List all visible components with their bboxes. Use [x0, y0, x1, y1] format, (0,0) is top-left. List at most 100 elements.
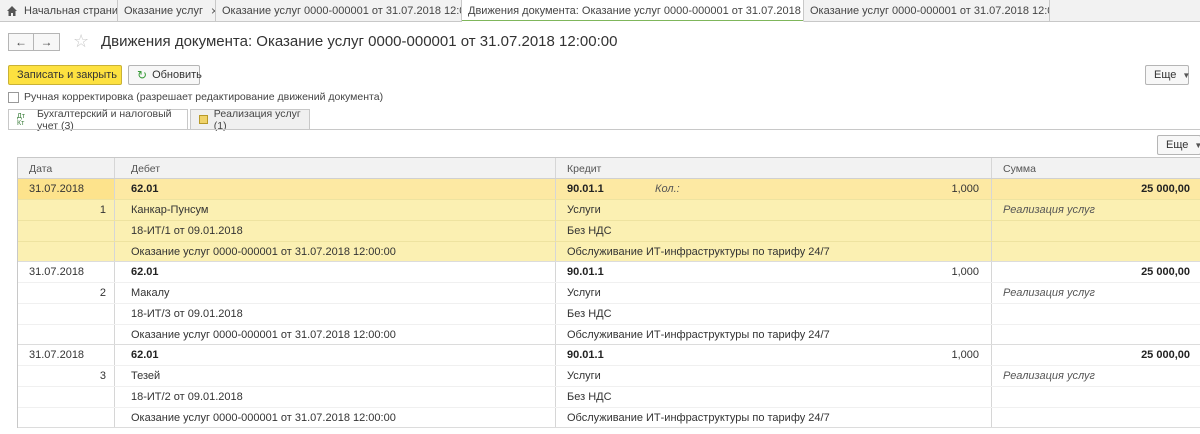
table-row[interactable]: 31.07.2018 62.01 90.01.1 1,000 25 000,00 3 Тез… — [18, 345, 1200, 428]
manual-edit-option[interactable]: Ручная корректировка (разрешает редактир… — [8, 91, 383, 103]
table-row[interactable]: 31.07.2018 62.01 90.01.1 1,000 25 000,00 2 Мак… — [18, 262, 1200, 345]
table-row[interactable]: 31.07.2018 62.01 90.01.1 Кол.: 1,000 25 000,0… — [18, 179, 1200, 262]
tab-label: Начальная страница — [24, 5, 118, 17]
date-cell[interactable]: 31.07.2018 — [29, 183, 84, 195]
row-separator — [18, 365, 1200, 366]
page-title: Движения документа: Оказание услуг 0000-… — [101, 33, 618, 50]
window-tab-bar: Начальная страница Оказание услуг × Оказ… — [0, 0, 1200, 22]
debit-account-cell[interactable]: 62.01 — [131, 266, 159, 278]
debit-subconto-3-cell[interactable]: Оказание услуг 0000-000001 от 31.07.2018… — [131, 329, 396, 341]
debit-subconto-1-cell[interactable]: Тезей — [131, 370, 160, 382]
save-and-close-button[interactable]: Записать и закрыть — [8, 65, 122, 85]
qty-cell[interactable]: 1,000 — [951, 183, 979, 195]
button-label: Записать и закрыть — [17, 69, 118, 81]
row-separator — [18, 220, 1200, 221]
refresh-icon: ↻ — [137, 68, 148, 82]
row-separator — [18, 303, 1200, 304]
column-divider — [555, 158, 556, 178]
navigation-buttons: ← → — [8, 33, 60, 51]
sum-cell[interactable]: 25 000,00 — [1141, 183, 1190, 195]
tab-services-sales[interactable]: Реализация услуг (1) — [190, 108, 310, 132]
column-header-sum[interactable]: Сумма — [1003, 163, 1036, 175]
qty-label: Кол.: — [655, 183, 680, 195]
accounting-icon: Дт Кт — [17, 113, 25, 127]
manual-edit-label: Ручная корректировка (разрешает редактир… — [24, 91, 384, 103]
tab-services-document-2[interactable]: Оказание услуг 0000-000001 от 31.07.2018… — [804, 0, 1050, 22]
tab-services-document[interactable]: Оказание услуг 0000-000001 от 31.07.2018… — [216, 0, 462, 22]
tab-label: Оказание услуг — [124, 5, 203, 17]
arrow-left-icon: ← — [15, 35, 27, 49]
column-divider — [991, 158, 992, 178]
manual-edit-checkbox[interactable] — [8, 91, 19, 103]
credit-subconto-2-cell[interactable]: Без НДС — [567, 308, 612, 320]
content-cell[interactable]: Реализация услуг — [1003, 370, 1095, 382]
register-tabs: Дт Кт Бухгалтерский и налоговый учет (3)… — [8, 108, 312, 132]
button-label: Еще — [1166, 139, 1189, 151]
more-button[interactable]: Еще ▼ — [1145, 65, 1191, 85]
tab-accounting[interactable]: Дт Кт Бухгалтерский и налоговый учет (3) — [8, 108, 188, 132]
credit-account-cell[interactable]: 90.01.1 — [567, 349, 604, 361]
credit-subconto-2-cell[interactable]: Без НДС — [567, 225, 612, 237]
row-separator — [18, 324, 1200, 325]
debit-subconto-1-cell[interactable]: Канкар-Пунсум — [131, 204, 208, 216]
sum-cell[interactable]: 25 000,00 — [1141, 349, 1190, 361]
row-separator — [18, 386, 1200, 387]
debit-subconto-1-cell[interactable]: Макалу — [131, 287, 170, 299]
credit-subconto-1-cell[interactable]: Услуги — [567, 287, 601, 299]
credit-account-cell[interactable]: 90.01.1 — [567, 183, 604, 195]
content-cell[interactable]: Реализация услуг — [1003, 287, 1095, 299]
date-cell[interactable]: 31.07.2018 — [29, 349, 84, 361]
row-number-cell: 3 — [99, 370, 106, 382]
forward-button[interactable]: → — [34, 33, 60, 51]
credit-subconto-3-cell[interactable]: Обслуживание ИТ-инфраструктуры по тарифу… — [567, 246, 830, 258]
column-header-debit[interactable]: Дебет — [131, 163, 160, 175]
content-cell[interactable]: Реализация услуг — [1003, 204, 1095, 216]
table-header: Дата Дебет Кредит Сумма — [18, 158, 1200, 179]
debit-subconto-2-cell[interactable]: 18-ИТ/2 от 09.01.2018 — [131, 391, 243, 403]
tab-services-list[interactable]: Оказание услуг × — [118, 0, 216, 22]
credit-subconto-1-cell[interactable]: Услуги — [567, 204, 601, 216]
column-divider — [114, 158, 115, 178]
tabs-divider — [8, 129, 1200, 130]
chevron-down-icon: ▼ — [1194, 140, 1200, 150]
date-cell[interactable]: 31.07.2018 — [29, 266, 84, 278]
button-label: Еще — [1154, 69, 1177, 81]
home-icon — [6, 5, 18, 17]
chevron-down-icon: ▼ — [1182, 70, 1191, 80]
tab-home[interactable]: Начальная страница — [0, 0, 118, 22]
row-separator — [18, 282, 1200, 283]
tab-label: Оказание услуг 0000-000001 от 31.07.2018… — [222, 5, 462, 17]
refresh-button[interactable]: ↻ Обновить — [128, 65, 202, 85]
table-more-button[interactable]: Еще ▼ — [1157, 135, 1200, 155]
star-icon[interactable]: ☆ — [73, 31, 89, 51]
column-header-date[interactable]: Дата — [29, 163, 52, 175]
sum-cell[interactable]: 25 000,00 — [1141, 266, 1190, 278]
row-separator — [18, 199, 1200, 200]
credit-subconto-1-cell[interactable]: Услуги — [567, 370, 601, 382]
debit-subconto-3-cell[interactable]: Оказание услуг 0000-000001 от 31.07.2018… — [131, 412, 396, 424]
debit-account-cell[interactable]: 62.01 — [131, 183, 159, 195]
column-header-credit[interactable]: Кредит — [567, 163, 601, 175]
row-separator — [18, 407, 1200, 408]
row-number-cell: 1 — [99, 204, 106, 216]
debit-subconto-3-cell[interactable]: Оказание услуг 0000-000001 от 31.07.2018… — [131, 246, 396, 258]
credit-subconto-3-cell[interactable]: Обслуживание ИТ-инфраструктуры по тарифу… — [567, 412, 830, 424]
credit-subconto-3-cell[interactable]: Обслуживание ИТ-инфраструктуры по тарифу… — [567, 329, 830, 341]
qty-cell[interactable]: 1,000 — [951, 266, 979, 278]
tab-document-movements[interactable]: Движения документа: Оказание услуг 0000-… — [462, 0, 804, 22]
row-number-cell: 2 — [99, 287, 106, 299]
debit-subconto-2-cell[interactable]: 18-ИТ/1 от 09.01.2018 — [131, 225, 243, 237]
movements-table[interactable]: Дата Дебет Кредит Сумма 31.07.2018 62.01 9… — [17, 157, 1200, 428]
arrow-right-icon: → — [40, 35, 53, 49]
credit-subconto-2-cell[interactable]: Без НДС — [567, 391, 612, 403]
debit-account-cell[interactable]: 62.01 — [131, 349, 159, 361]
register-icon — [199, 115, 208, 124]
debit-subconto-2-cell[interactable]: 18-ИТ/3 от 09.01.2018 — [131, 308, 243, 320]
row-separator — [18, 241, 1200, 242]
tab-label: Движения документа: Оказание услуг 0000-… — [468, 4, 803, 17]
back-button[interactable]: ← — [8, 33, 34, 51]
button-label: Обновить — [152, 69, 202, 81]
credit-account-cell[interactable]: 90.01.1 — [567, 266, 604, 278]
tab-label: Оказание услуг 0000-000001 от 31.07.2018… — [810, 5, 1050, 17]
qty-cell[interactable]: 1,000 — [951, 349, 979, 361]
